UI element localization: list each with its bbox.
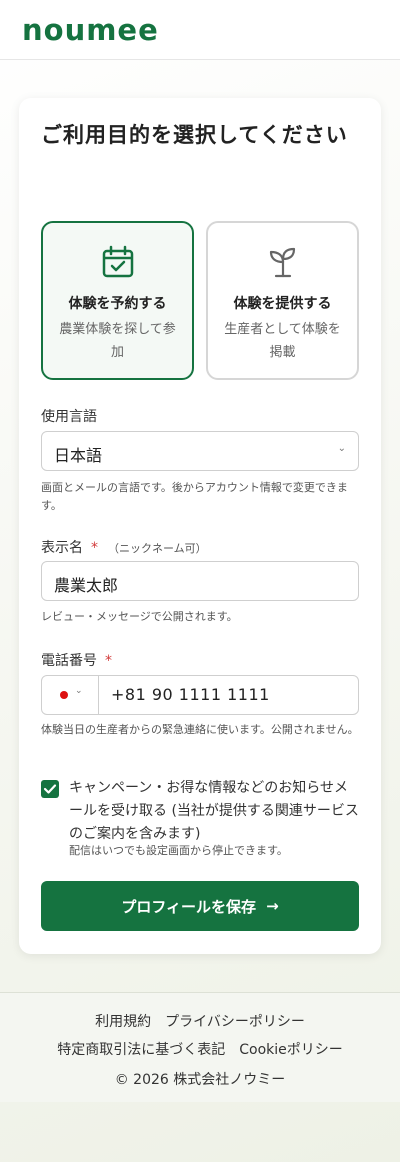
japan-flag-icon xyxy=(60,691,68,699)
language-value: 日本語 xyxy=(54,446,103,465)
calendar-check-icon xyxy=(43,245,192,279)
phone-input[interactable]: ⌄ +81 90 1111 1111 xyxy=(41,675,359,715)
display-name-label-text: 表示名 xyxy=(41,540,83,556)
page-title: ご利用目的を選択してください xyxy=(41,123,348,147)
sprout-icon xyxy=(208,245,357,279)
footer-link-cookie[interactable]: Cookieポリシー xyxy=(239,1042,343,1058)
purpose-option-description: 農業体験を探して参加 xyxy=(59,322,176,360)
purpose-option-book[interactable]: 体験を予約する 農業体験を探して参加 xyxy=(41,221,194,380)
consent-label[interactable]: キャンペーン・お得な情報などのお知らせメールを受け取る (当社が提供する関連サー… xyxy=(69,777,359,846)
consent-note: 配信はいつでも設定画面から停止できます。 xyxy=(69,844,288,857)
chevron-down-icon: ⌄ xyxy=(75,686,83,696)
phone-help: 体験当日の生産者からの緊急連絡に使います。公開されません。 xyxy=(41,723,359,736)
required-mark: * xyxy=(105,653,112,669)
consent-checkbox[interactable] xyxy=(41,780,59,798)
language-select[interactable]: 日本語 ⌄ xyxy=(41,431,359,471)
save-profile-button[interactable]: プロフィールを保存 → xyxy=(41,881,359,931)
language-label: 使用言語 xyxy=(41,409,97,425)
check-icon xyxy=(43,784,57,794)
save-profile-label: プロフィールを保存 xyxy=(121,897,257,916)
display-name-label: 表示名 * （ニックネーム可） xyxy=(41,537,207,557)
site-header: noumee xyxy=(0,0,400,60)
display-name-input[interactable]: 農業太郎 xyxy=(41,561,359,601)
purpose-option-title: 体験を提供する xyxy=(233,296,332,312)
language-help: 画面とメールの言語です。後からアカウント情報で変更できます。 xyxy=(41,481,348,512)
copyright: © 2026 株式会社ノウミー xyxy=(114,1072,286,1088)
phone-label: 電話番号 * xyxy=(41,650,112,670)
phone-value: +81 90 1111 1111 xyxy=(111,685,270,704)
required-mark: * xyxy=(91,540,98,556)
logo[interactable]: noumee xyxy=(22,13,159,47)
phone-label-text: 電話番号 xyxy=(41,653,97,669)
country-code-select[interactable]: ⌄ xyxy=(42,676,99,714)
display-name-note: （ニックネーム可） xyxy=(108,542,207,555)
display-name-help: レビュー・メッセージで公開されます。 xyxy=(41,610,238,623)
footer-links-row-2: 特定商取引法に基づく表記 Cookieポリシー xyxy=(0,1039,400,1059)
arrow-right-icon: → xyxy=(266,897,279,915)
display-name-value: 農業太郎 xyxy=(54,576,119,595)
footer-link-privacy[interactable]: プライバシーポリシー xyxy=(165,1014,305,1030)
purpose-option-description: 生産者として体験を掲載 xyxy=(224,322,341,360)
purpose-card: ご利用目的を選択してください 体験を予約する 農業体験を探して参加 体験を提供す… xyxy=(19,98,381,954)
footer-link-terms[interactable]: 利用規約 xyxy=(95,1014,151,1030)
chevron-down-icon: ⌄ xyxy=(337,443,346,454)
purpose-option-host[interactable]: 体験を提供する 生産者として体験を掲載 xyxy=(206,221,359,380)
footer-link-commerce[interactable]: 特定商取引法に基づく表記 xyxy=(57,1042,225,1058)
purpose-option-title: 体験を予約する xyxy=(68,296,167,312)
footer-links-row-1: 利用規約 プライバシーポリシー xyxy=(0,1011,400,1031)
site-footer: 利用規約 プライバシーポリシー 特定商取引法に基づく表記 Cookieポリシー © … xyxy=(0,992,400,1102)
